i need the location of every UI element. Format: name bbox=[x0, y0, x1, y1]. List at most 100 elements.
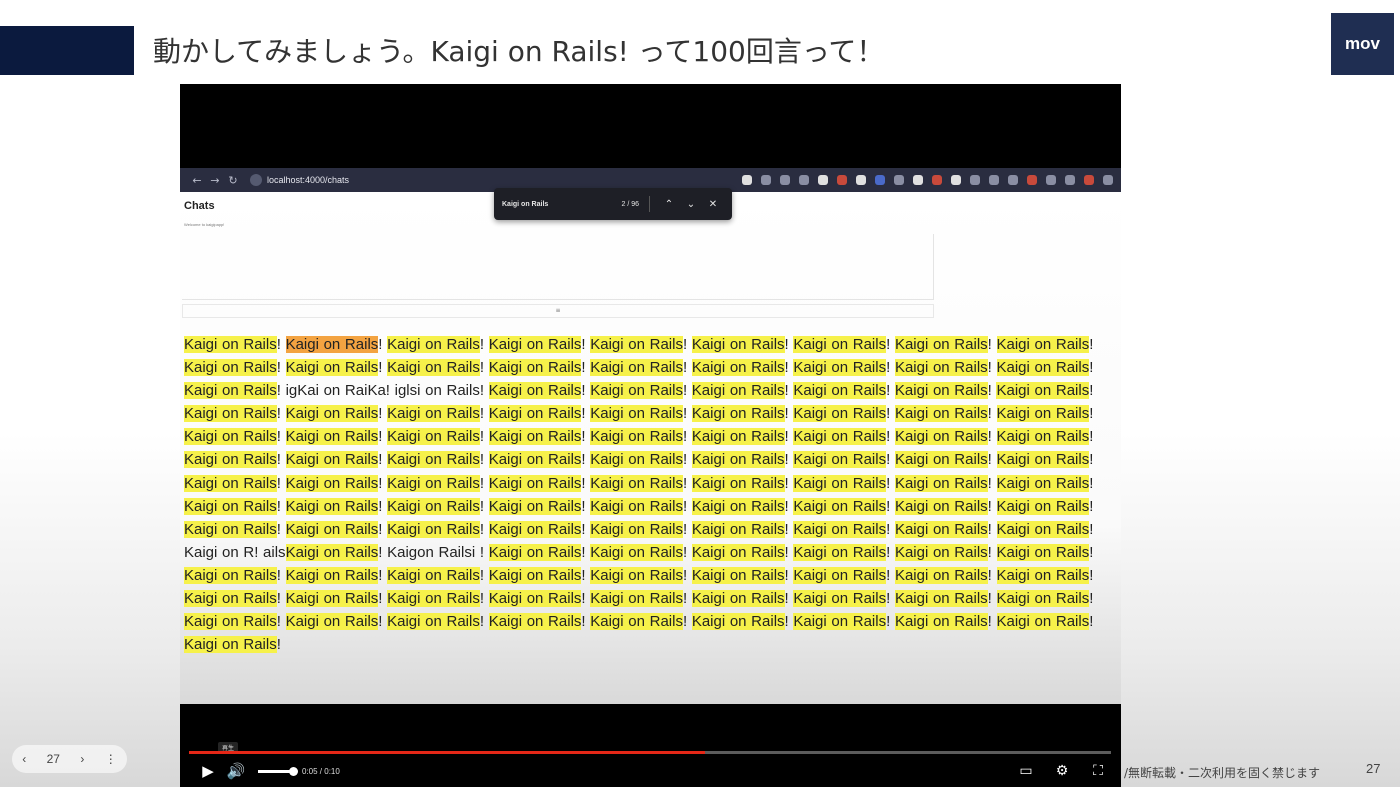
current-match-highlight: Kaigi on Rails bbox=[285, 336, 379, 353]
back-arrow-icon[interactable]: ← bbox=[188, 174, 206, 187]
match-highlight: Kaigi on Rails bbox=[590, 613, 683, 631]
match-highlight: Kaigi on Rails bbox=[894, 359, 988, 377]
menu-icon[interactable] bbox=[1103, 175, 1113, 185]
star-icon[interactable] bbox=[799, 175, 809, 185]
text-segment: ! bbox=[479, 613, 489, 631]
progress-bar[interactable] bbox=[189, 751, 1111, 754]
text-segment: Kaigon Railsi ! bbox=[387, 543, 489, 561]
match-highlight: Kaigi on Rails bbox=[590, 474, 683, 492]
profile-icon[interactable] bbox=[1084, 175, 1094, 185]
extension-icon[interactable] bbox=[856, 175, 866, 185]
match-highlight: Kaigi on Rails bbox=[894, 405, 988, 423]
match-highlight: Kaigi on Rails bbox=[996, 336, 1090, 353]
text-segment: ! bbox=[682, 382, 692, 400]
match-highlight: Kaigi on Rails bbox=[387, 474, 480, 492]
settings-gear-icon[interactable]: ⚙ bbox=[1052, 763, 1072, 779]
text-segment: ! bbox=[276, 359, 286, 377]
match-highlight: Kaigi on Rails bbox=[691, 451, 785, 469]
video-player[interactable]: ← → ↻ localhost:4000/chats Chats Welcome… bbox=[180, 84, 1121, 787]
find-next-button[interactable]: ⌄ bbox=[680, 199, 702, 210]
extension-icon[interactable] bbox=[837, 175, 847, 185]
chats-heading: Chats bbox=[184, 200, 215, 212]
extension-icon[interactable] bbox=[894, 175, 904, 185]
play-icon[interactable]: ▶ bbox=[198, 762, 218, 780]
text-segment: ! bbox=[987, 613, 997, 631]
more-options-icon[interactable]: ⋮ bbox=[105, 752, 117, 766]
match-highlight: Kaigi on Rails bbox=[488, 428, 582, 446]
zoom-icon[interactable] bbox=[780, 175, 790, 185]
text-segment: ! bbox=[886, 543, 895, 561]
text-segment: ! bbox=[479, 520, 489, 538]
match-highlight: Kaigi on Rails bbox=[184, 359, 277, 377]
player-controls: 再生 ▶ 🔊 0:05 / 0:10 ▭ ⚙ ⛶ bbox=[180, 734, 1121, 787]
extension-icon[interactable] bbox=[818, 175, 828, 185]
match-highlight: Kaigi on Rails bbox=[285, 613, 379, 631]
match-highlight: Kaigi on Rails bbox=[590, 590, 683, 608]
volume-slider[interactable] bbox=[258, 766, 298, 776]
match-highlight: Kaigi on Rails bbox=[691, 543, 785, 561]
prev-slide-button[interactable]: ‹ bbox=[22, 752, 26, 766]
match-highlight: Kaigi on Rails bbox=[387, 359, 480, 377]
match-highlight: Kaigi on Rails bbox=[387, 336, 480, 353]
text-segment: ! bbox=[378, 474, 388, 492]
site-info-icon[interactable] bbox=[250, 174, 262, 186]
match-highlight: Kaigi on Rails bbox=[894, 428, 988, 446]
next-slide-button[interactable]: › bbox=[80, 752, 84, 766]
page-icon[interactable] bbox=[742, 175, 752, 185]
text-segment: ! bbox=[581, 566, 591, 584]
text-segment: ! bbox=[378, 428, 388, 446]
extension-icon[interactable] bbox=[932, 175, 942, 185]
volume-knob[interactable] bbox=[289, 766, 298, 776]
slide-page-number: 27 bbox=[46, 752, 60, 766]
copyright-note: /無断転載・二次利用を固く禁じます bbox=[1124, 766, 1321, 780]
text-segment: ! bbox=[581, 428, 591, 446]
text-segment: ! bbox=[581, 405, 591, 423]
forward-arrow-icon[interactable]: → bbox=[206, 174, 224, 187]
extension-icon[interactable] bbox=[1027, 175, 1037, 185]
match-highlight: Kaigi on Rails bbox=[387, 590, 480, 608]
extension-icon[interactable] bbox=[913, 175, 923, 185]
match-highlight: Kaigi on Rails bbox=[387, 405, 480, 423]
find-query-input[interactable]: Kaigi on Rails bbox=[502, 201, 548, 208]
text-segment: ! bbox=[682, 543, 692, 561]
extension-icon[interactable] bbox=[951, 175, 961, 185]
text-segment: ! bbox=[1089, 590, 1094, 608]
match-highlight: Kaigi on Rails bbox=[793, 474, 887, 492]
extension-icon[interactable] bbox=[970, 175, 980, 185]
text-segment: ! bbox=[479, 566, 489, 584]
volume-icon[interactable]: 🔊 bbox=[226, 762, 246, 780]
match-highlight: Kaigi on Rails bbox=[184, 451, 277, 469]
extension-icon[interactable] bbox=[875, 175, 885, 185]
find-close-button[interactable]: ✕ bbox=[702, 199, 724, 210]
text-segment: ! bbox=[886, 405, 895, 423]
sidebar-icon[interactable] bbox=[1065, 175, 1075, 185]
match-highlight: Kaigi on Rails bbox=[894, 520, 988, 538]
text-segment: ! bbox=[1089, 336, 1094, 353]
find-previous-button[interactable]: ⌃ bbox=[658, 199, 680, 210]
text-segment: ! bbox=[581, 382, 591, 400]
text-segment: ! bbox=[987, 428, 997, 446]
match-highlight: Kaigi on Rails bbox=[590, 543, 683, 561]
chat-input[interactable]: ≡ bbox=[182, 304, 934, 318]
text-segment: ! bbox=[682, 336, 692, 353]
text-segment: ! bbox=[987, 566, 997, 584]
pen-icon[interactable] bbox=[1008, 175, 1018, 185]
extension-icon[interactable] bbox=[989, 175, 999, 185]
puzzle-icon[interactable] bbox=[1046, 175, 1056, 185]
translate-icon[interactable] bbox=[761, 175, 771, 185]
match-highlight: Kaigi on Rails bbox=[590, 336, 683, 353]
address-bar[interactable]: localhost:4000/chats bbox=[250, 174, 349, 186]
text-segment: ! bbox=[276, 405, 286, 423]
match-highlight: Kaigi on Rails bbox=[691, 613, 785, 631]
text-segment: ! bbox=[378, 520, 388, 538]
fullscreen-icon[interactable]: ⛶ bbox=[1088, 763, 1108, 779]
text-segment: ! bbox=[987, 359, 997, 377]
reload-icon[interactable]: ↻ bbox=[224, 174, 242, 187]
control-row: ▶ 🔊 0:05 / 0:10 ▭ ⚙ ⛶ bbox=[198, 762, 1108, 780]
subtitles-icon[interactable]: ▭ bbox=[1016, 763, 1036, 779]
text-segment: ! bbox=[682, 405, 692, 423]
match-highlight: Kaigi on Rails bbox=[285, 474, 379, 492]
match-highlight: Kaigi on Rails bbox=[387, 428, 480, 446]
text-segment: ! bbox=[276, 474, 286, 492]
match-highlight: Kaigi on Rails bbox=[184, 336, 277, 353]
